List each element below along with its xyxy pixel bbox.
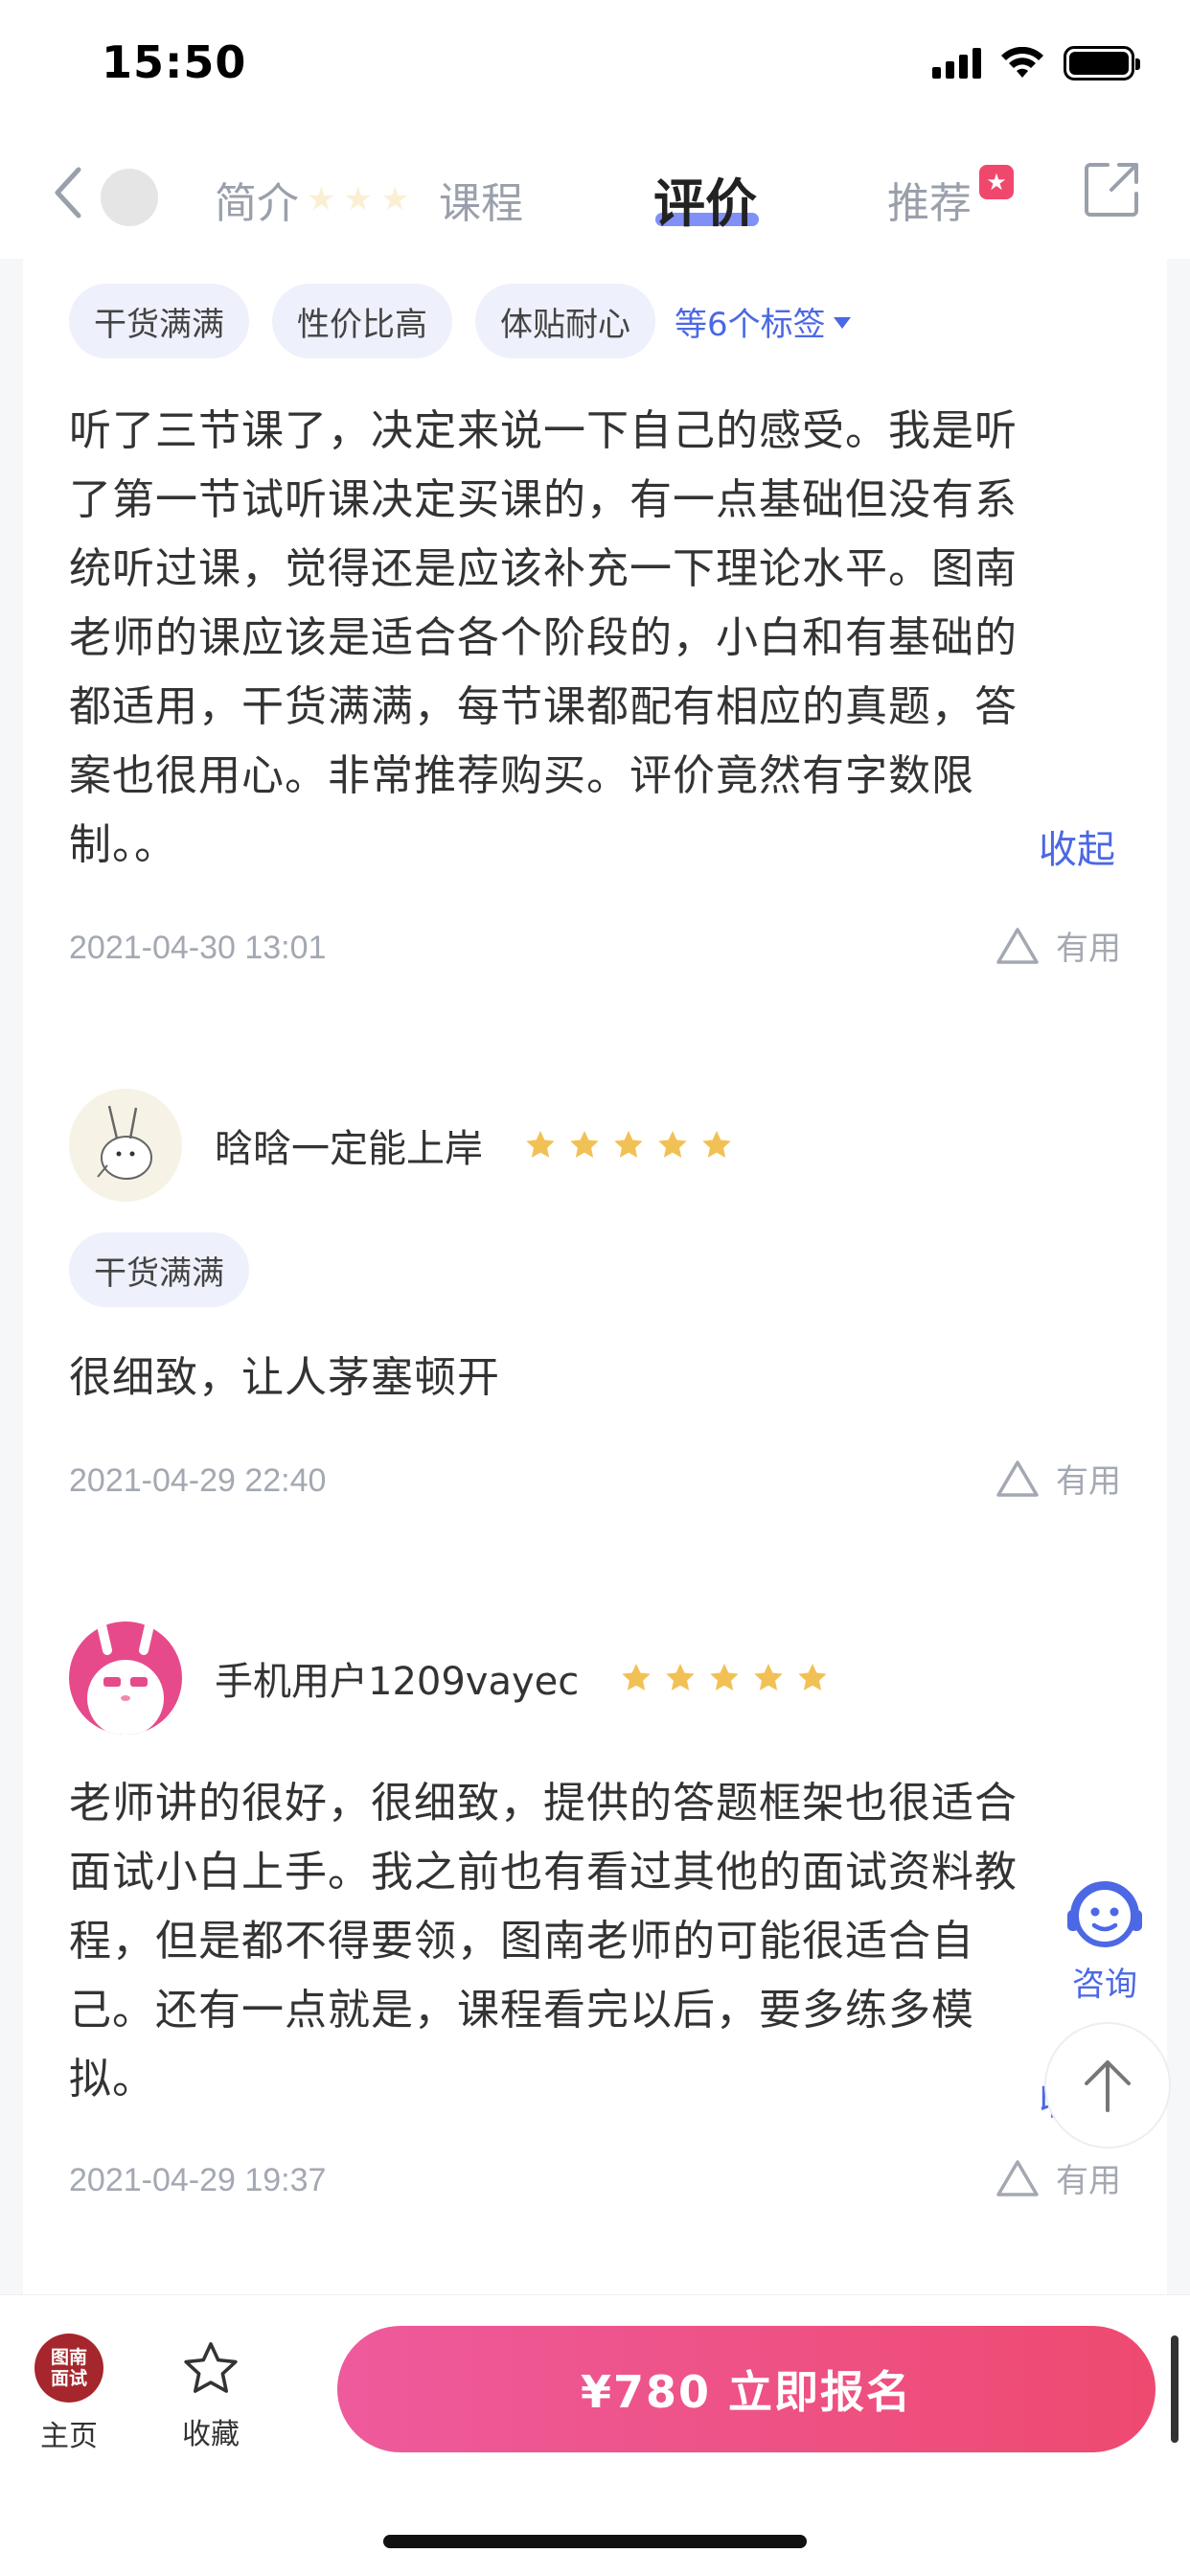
username: 晗晗一定能上岸 [215,1127,483,1171]
consult-robot-icon [1067,1880,1142,1947]
header: ★★★ 简介 课程 评价 推荐 ★ [0,125,1190,259]
review-line: 程，但是都不得要领，图南老师的可能很适合自 [69,1917,974,1966]
home-label: 主页 [40,2420,98,2453]
star-icon [614,1131,643,1158]
enroll-button[interactable]: ¥780 立即报名 [337,2326,1156,2452]
review-line: 己。还有一点就是，课程看完以后，要多练多模 [69,1986,974,2035]
star-icon [710,1664,739,1690]
home-button[interactable]: 图南 面试 主页 [29,2334,109,2454]
useful-triangle-icon [996,1460,1039,1497]
useful-button[interactable]: 有用 [995,2154,1121,2201]
rating-stars [619,1661,830,1695]
review-line: 都适用，干货满满，每节课都配有相应的真题，答 [69,682,1018,731]
signal-icon [932,48,981,79]
review-line: 老师的课应该是适合各个阶段的，小白和有基础的 [69,613,1018,662]
review-line: 老师讲的很好，很细致，提供的答题框架也很适合 [69,1779,1018,1828]
status-icons [932,46,1140,80]
review-line: 拟。 [69,2055,155,2104]
review-line: 了第一节试听课决定买课的，有一点基础但没有系 [69,475,1018,524]
consult-label: 咨询 [1072,1965,1137,2004]
useful-label: 有用 [1056,1462,1121,1501]
share-icon[interactable] [1083,159,1142,218]
review-line: 听了三节课了，决定来说一下自己的感受。我是听 [69,406,1018,455]
star-icon [658,1131,687,1158]
useful-button[interactable]: 有用 [995,922,1121,969]
rating-stars [523,1128,734,1162]
home-logo-line1: 图南 [50,2347,87,2368]
wifi-icon [1001,47,1043,78]
faded-stars-icon: ★★★ [307,180,418,218]
collapse-link[interactable]: 收起 [1039,818,1115,874]
status-bar: 15:50 [0,0,1190,125]
consult-button[interactable]: 咨询 [1042,1869,1167,2012]
review-text: 听了三节课了，决定来说一下自己的感受。我是听 了第一节试听课决定买课的，有一点基… [69,397,1146,880]
useful-triangle-icon [996,927,1039,964]
review-header: 手机用户1209vayec [69,1622,830,1735]
right-gutter [1167,259,1190,2294]
useful-label: 有用 [1056,930,1121,968]
more-tags-label: 等6个标签 [675,305,826,344]
bottom-bar: 图南 面试 主页 收藏 ¥780 立即报名 [0,2294,1190,2576]
tab-recommend[interactable]: 推荐 [887,169,972,230]
tab-course[interactable]: 课程 [439,169,523,230]
caret-down-icon [833,317,851,329]
star-icon [798,1664,827,1690]
review-line: 统听过课，觉得还是应该补充一下理论水平。图南 [69,544,1018,593]
review-header: 晗晗一定能上岸 [69,1089,734,1202]
review-date: 2021-04-29 22:40 [69,1462,327,1499]
username: 手机用户1209vayec [215,1660,580,1704]
star-icon [526,1131,555,1158]
review-date: 2021-04-29 19:37 [69,2162,327,2198]
home-logo-line2: 面试 [50,2368,87,2389]
useful-triangle-icon [996,2159,1039,2196]
tag-chip: 性价比高 [272,284,452,358]
more-tags-button[interactable]: 等6个标签 [675,298,851,345]
battery-icon [1064,46,1140,80]
review-line: 很细致，让人茅塞顿开 [69,1353,500,1402]
review-line: 制。。 [69,820,177,869]
review-text: 老师讲的很好，很细致，提供的答题框架也很适合 面试小白上手。我之前也有看过其他的… [69,1769,1146,2114]
review-list[interactable]: 干货满满 性价比高 体贴耐心 等6个标签 听了三节课了，决定来说一下自己的感受。… [23,259,1167,2294]
back-arrow-icon [55,167,81,218]
review-line: 面试小白上手。我之前也有看过其他的面试资料教 [69,1848,1018,1897]
arrow-up-icon [1085,2060,1131,2112]
left-gutter [0,259,23,2294]
review-date: 2021-04-30 13:01 [69,930,327,966]
recommend-badge-icon: ★ [979,165,1014,199]
scrollbar[interactable] [1171,2335,1179,2443]
review-text: 很细致，让人茅塞顿开 [69,1344,1146,1413]
useful-label: 有用 [1056,2162,1121,2200]
star-icon [754,1664,783,1690]
faded-logo-icon [101,169,158,226]
avatar[interactable] [69,1089,182,1202]
favorite-button[interactable]: 收藏 [171,2334,251,2452]
useful-button[interactable]: 有用 [995,1455,1121,1502]
star-icon [622,1664,651,1690]
favorite-star-icon [184,2342,238,2393]
review-tags: 干货满满 性价比高 体贴耐心 等6个标签 [69,284,851,358]
favorite-label: 收藏 [182,2418,240,2451]
star-icon [702,1131,731,1158]
tag-chip: 干货满满 [69,1232,249,1307]
review-tags: 干货满满 [69,1232,249,1307]
scroll-to-top-button[interactable] [1044,2022,1171,2149]
tab-review[interactable]: 评价 [653,161,757,237]
star-icon [666,1664,695,1690]
status-time: 15:50 [102,36,247,88]
avatar[interactable] [69,1622,182,1735]
tag-chip: 干货满满 [69,284,249,358]
home-logo-icon: 图南 面试 [34,2334,103,2403]
tab-intro[interactable]: 简介 [215,169,299,230]
tag-chip: 体贴耐心 [475,284,655,358]
home-indicator[interactable] [383,2535,807,2548]
star-icon [570,1131,599,1158]
review-line: 案也很用心。非常推荐购买。评价竟然有字数限 [69,751,974,800]
